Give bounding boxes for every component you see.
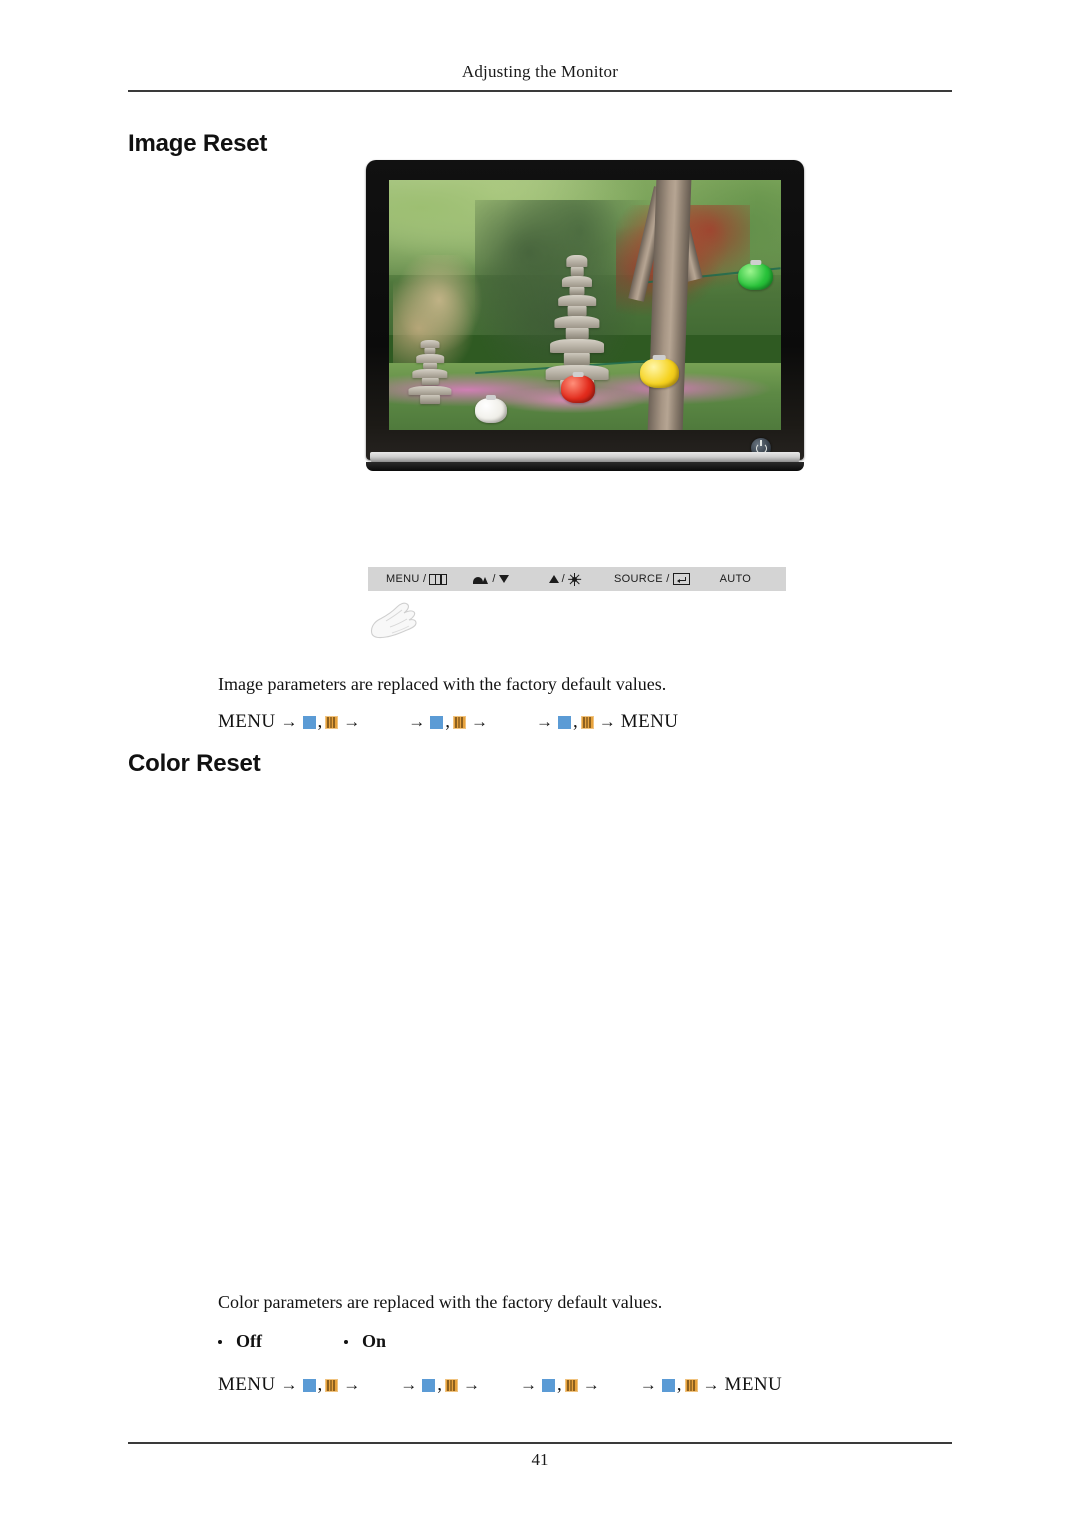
hand-pointer-icon — [370, 602, 417, 639]
menu-swatch-orange-icon — [453, 715, 467, 729]
arrow-icon: → — [280, 712, 298, 731]
brightness-sun-icon — [568, 572, 582, 586]
arrow-icon: → — [520, 1375, 538, 1394]
color-reset-menu-path: MENU → , → → , → → , → → , → MENU — [218, 1374, 782, 1396]
menu-swatch-orange-icon — [684, 1378, 698, 1392]
arrow-icon: → — [598, 712, 616, 731]
arrow-icon: → — [343, 1375, 361, 1394]
menu-swatch-orange-icon — [325, 1378, 339, 1392]
control-button-auto[interactable]: AUTO — [720, 573, 752, 585]
footer-rule — [128, 1442, 952, 1444]
monitor-screen — [389, 180, 781, 430]
menu-swatch-blue-icon — [542, 1378, 556, 1392]
control-button-source[interactable]: SOURCE / — [614, 573, 690, 585]
photo-lantern-green — [737, 262, 774, 290]
section-heading-image-reset: Image Reset — [128, 130, 268, 157]
menu-path-end-label: MENU — [620, 711, 679, 732]
arrow-icon: → — [343, 712, 361, 731]
arrow-icon: → — [536, 712, 554, 731]
menu-path-comma: , — [676, 1374, 682, 1395]
option-on[interactable]: On — [344, 1331, 386, 1352]
monitor-bezel — [366, 160, 804, 460]
menu-path-start-label: MENU — [218, 1374, 276, 1395]
menu-path-comma: , — [445, 711, 451, 732]
monitor-base — [366, 462, 804, 471]
menu-path-comma: , — [317, 711, 323, 732]
arrow-icon: → — [471, 712, 489, 731]
running-header: Adjusting the Monitor — [461, 62, 619, 81]
color-reset-description: Color parameters are replaced with the f… — [218, 1292, 663, 1312]
menu-swatch-blue-icon — [558, 715, 572, 729]
photo-lantern-white — [475, 397, 507, 423]
color-reset-options: Off On — [218, 1331, 386, 1352]
image-reset-menu-path: MENU → , → → , → → , → MENU — [218, 711, 678, 733]
control-button-auto-label: AUTO — [719, 573, 752, 585]
photo-lantern-yellow — [639, 357, 680, 388]
garden-photo — [389, 180, 781, 430]
option-off-label: Off — [236, 1331, 262, 1351]
page-number: 41 — [531, 1450, 549, 1469]
triangle-down-icon — [498, 575, 509, 583]
monitor-illustration — [366, 160, 804, 488]
menu-path-comma: , — [557, 1374, 562, 1395]
control-button-source-label: SOURCE / — [614, 573, 670, 585]
menu-path-comma: , — [317, 1374, 323, 1395]
option-off[interactable]: Off — [218, 1331, 262, 1352]
menu-swatch-blue-icon — [302, 1378, 316, 1392]
triangle-up-icon — [548, 575, 559, 583]
control-button-menu[interactable]: MENU / — [386, 573, 448, 585]
arrow-icon: → — [400, 1375, 418, 1394]
image-reset-description: Image parameters are replaced with the f… — [218, 674, 667, 694]
bullet-icon — [218, 1339, 222, 1344]
menu-swatch-orange-icon — [325, 715, 339, 729]
control-button-menu-label: MENU / — [386, 573, 427, 585]
control-button-magicbright[interactable]: / — [473, 573, 509, 585]
control-button-magicbright-label: / — [492, 573, 496, 585]
control-button-brightness[interactable]: / — [548, 572, 582, 586]
menu-swatch-blue-icon — [422, 1378, 436, 1392]
option-on-label: On — [362, 1331, 387, 1351]
menu-swatch-blue-icon — [302, 715, 316, 729]
bullet-icon — [344, 1339, 348, 1344]
menu-swatch-blue-icon — [430, 715, 444, 729]
control-button-brightness-label: / — [561, 573, 566, 585]
menu-swatch-orange-icon — [580, 715, 594, 729]
menu-path-end-label: MENU — [724, 1374, 783, 1395]
osd-menu-icon — [429, 573, 448, 585]
arrow-icon: → — [463, 1375, 481, 1394]
header-rule — [128, 90, 952, 92]
menu-path-start-label: MENU — [218, 711, 276, 732]
menu-path-comma: , — [437, 1374, 443, 1395]
arrow-icon: → — [582, 1375, 600, 1394]
menu-swatch-orange-icon — [564, 1378, 578, 1392]
menu-swatch-blue-icon — [661, 1378, 675, 1392]
arrow-icon: → — [702, 1375, 720, 1394]
monitor-control-strip: MENU / / / SOURCE / AUTO — [368, 567, 786, 591]
enter-icon — [672, 573, 690, 585]
section-heading-color-reset: Color Reset — [128, 750, 261, 777]
arrow-icon: → — [280, 1375, 298, 1394]
arrow-icon: → — [639, 1375, 657, 1394]
photo-lantern-red — [561, 375, 595, 403]
magicbright-icon — [473, 574, 489, 584]
menu-path-comma: , — [573, 711, 578, 732]
photo-pagoda-small — [408, 340, 452, 405]
arrow-icon: → — [408, 712, 426, 731]
menu-swatch-orange-icon — [445, 1378, 459, 1392]
